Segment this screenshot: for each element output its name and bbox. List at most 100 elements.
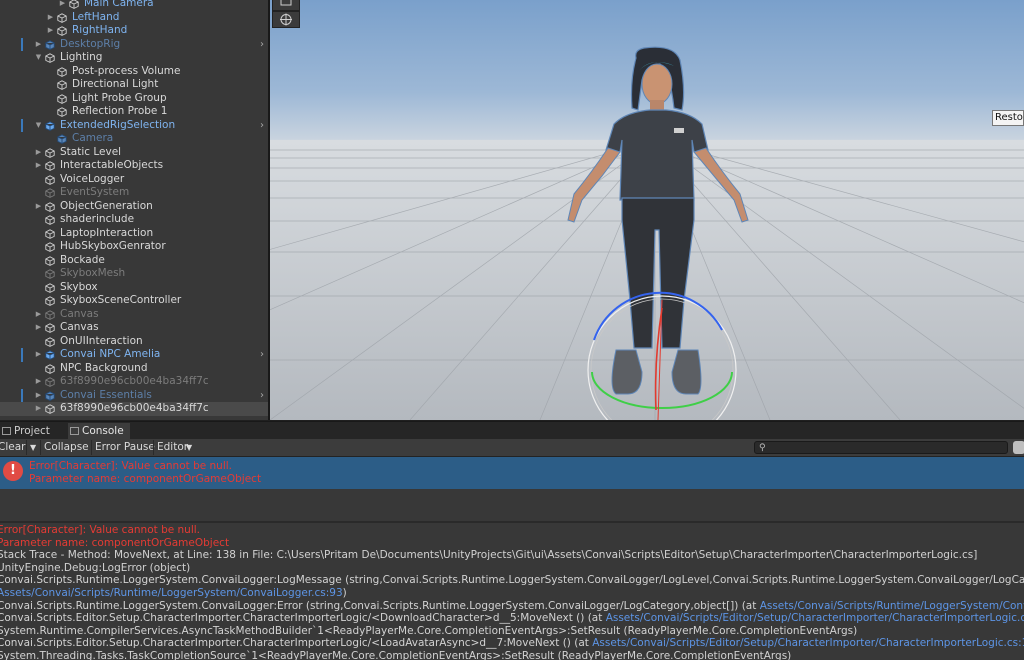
expand-right-arrow-icon[interactable]: ▶ bbox=[34, 348, 43, 362]
open-prefab-chevron-icon[interactable]: › bbox=[260, 38, 264, 52]
expand-right-arrow-icon[interactable]: ▶ bbox=[34, 38, 43, 52]
hierarchy-item-label: RightHand bbox=[72, 24, 128, 36]
expand-down-arrow-icon[interactable]: ▼ bbox=[34, 51, 43, 65]
stack-trace-line: Convai.Scripts.Editor.Setup.CharacterImp… bbox=[0, 612, 1024, 625]
entry-message: Error[Character]: Value cannot be null. bbox=[29, 460, 233, 472]
clear-button[interactable]: Clear bbox=[0, 439, 25, 456]
hierarchy-item[interactable]: NPC Background bbox=[0, 362, 268, 376]
hierarchy-item[interactable]: ▶ 63f8990e96cb00e4ba34ff7c bbox=[0, 375, 268, 389]
hierarchy-item[interactable]: ▶ ObjectGeneration bbox=[0, 200, 268, 214]
gameobject-icon bbox=[57, 66, 67, 77]
hierarchy-item[interactable]: Post-process Volume bbox=[0, 65, 268, 79]
console-entry-selected[interactable]: ! Error[Character]: Value cannot be null… bbox=[0, 457, 1024, 489]
source-file-link[interactable]: Assets/Convai/Scripts/Editor/Setup/Chara… bbox=[606, 612, 1024, 624]
console-toolbar: Clear ▼ Collapse Error Pause Editor ▼ ⚲ bbox=[0, 439, 1024, 457]
hierarchy-item[interactable]: ▶ InteractableObjects bbox=[0, 159, 268, 173]
gameobject-icon bbox=[45, 404, 55, 414]
tab-project-label: Project bbox=[14, 425, 50, 437]
source-file-link[interactable]: Assets/Convai/Scripts/Runtime/LoggerSyst… bbox=[760, 600, 1024, 612]
expand-right-arrow-icon[interactable]: ▶ bbox=[34, 402, 43, 416]
hierarchy-item-label: Canvas bbox=[60, 321, 99, 333]
hierarchy-item[interactable]: ▶ Convai Essentials › bbox=[0, 388, 268, 403]
gameobject-icon bbox=[45, 282, 55, 293]
hierarchy-item[interactable]: ▶ DesktopRig › bbox=[0, 37, 268, 52]
hierarchy-item[interactable]: ▶ Convai NPC Amelia › bbox=[0, 348, 268, 362]
divider bbox=[91, 440, 92, 455]
hierarchy-item[interactable]: VoiceLogger bbox=[0, 173, 268, 187]
hierarchy-item[interactable]: EventSystem bbox=[0, 186, 268, 200]
hierarchy-item[interactable]: ▼ ExtendedRigSelection › bbox=[0, 118, 268, 133]
gameobject-icon bbox=[45, 255, 55, 266]
hierarchy-item[interactable]: ▶ LeftHand bbox=[0, 11, 268, 25]
hierarchy-item[interactable]: Skybox bbox=[0, 281, 268, 295]
console-search-input[interactable]: ⚲ bbox=[754, 441, 1008, 454]
open-prefab-chevron-icon[interactable]: › bbox=[260, 119, 264, 133]
expand-right-arrow-icon[interactable]: ▶ bbox=[34, 146, 43, 160]
hierarchy-item[interactable]: HubSkyboxGenrator bbox=[0, 240, 268, 254]
gameobject-icon bbox=[45, 174, 55, 185]
expand-right-arrow-icon[interactable]: ▶ bbox=[58, 0, 67, 11]
gameobject-icon bbox=[57, 12, 67, 23]
hierarchy-item[interactable]: Camera bbox=[0, 132, 268, 146]
collapse-button[interactable]: Collapse bbox=[44, 439, 89, 456]
tab-console-label: Console bbox=[82, 425, 124, 437]
hierarchy-item-label: VoiceLogger bbox=[60, 172, 125, 185]
gameobject-icon bbox=[57, 26, 67, 36]
expand-right-arrow-icon[interactable]: ▶ bbox=[34, 159, 43, 173]
editor-dropdown[interactable]: Editor bbox=[157, 439, 188, 456]
source-file-link[interactable]: Assets/Convai/Scripts/Runtime/LoggerSyst… bbox=[0, 587, 343, 599]
clear-dropdown-chevron-icon[interactable]: ▼ bbox=[30, 439, 36, 456]
hierarchy-item[interactable]: ▶ RightHand bbox=[0, 24, 268, 38]
console-tab-bar: Project Console bbox=[0, 421, 1024, 440]
hierarchy-item[interactable]: Reflection Probe 1 bbox=[0, 105, 268, 119]
tab-project[interactable]: Project bbox=[0, 423, 68, 440]
prefab-icon bbox=[45, 39, 55, 50]
stack-trace-text: Convai.Scripts.Runtime.LoggerSystem.Conv… bbox=[0, 574, 1024, 587]
stack-trace-text: Convai.Scripts.Runtime.LoggerSystem.Conv… bbox=[0, 599, 760, 612]
expand-right-arrow-icon[interactable]: ▶ bbox=[34, 321, 43, 335]
expand-right-arrow-icon[interactable]: ▶ bbox=[34, 389, 43, 403]
expand-down-arrow-icon[interactable]: ▼ bbox=[34, 119, 43, 133]
hierarchy-item[interactable]: OnUIInteraction bbox=[0, 335, 268, 349]
hierarchy-item[interactable]: SkyboxSceneController bbox=[0, 294, 268, 308]
open-prefab-chevron-icon[interactable]: › bbox=[260, 348, 264, 362]
hierarchy-item[interactable]: Directional Light bbox=[0, 78, 268, 92]
hierarchy-item-label: LaptopInteraction bbox=[60, 226, 154, 239]
hierarchy-item-label: DesktopRig bbox=[60, 37, 121, 50]
stack-trace-line: Stack Trace - Method: MoveNext, at Line:… bbox=[0, 549, 977, 562]
expand-right-arrow-icon[interactable]: ▶ bbox=[34, 375, 43, 389]
gameobject-icon bbox=[57, 107, 67, 117]
expand-right-arrow-icon[interactable]: ▶ bbox=[34, 200, 43, 214]
gameobject-icon bbox=[45, 323, 55, 333]
divider bbox=[153, 440, 154, 455]
source-file-link[interactable]: Assets/Convai/Scripts/Editor/Setup/Chara… bbox=[592, 637, 1024, 649]
gameobject-icon bbox=[45, 53, 55, 63]
folder-icon bbox=[2, 427, 11, 435]
expand-right-arrow-icon[interactable]: ▶ bbox=[46, 11, 55, 25]
hierarchy-item[interactable]: ▶ Canvas bbox=[0, 321, 268, 335]
expand-right-arrow-icon[interactable]: ▶ bbox=[34, 308, 43, 322]
stack-trace-line: Convai.Scripts.Runtime.LoggerSystem.Conv… bbox=[0, 600, 1024, 613]
hierarchy-item[interactable]: Light Probe Group bbox=[0, 92, 268, 106]
hierarchy-item[interactable]: ▶ Static Level bbox=[0, 146, 268, 160]
scene-view[interactable] bbox=[270, 0, 1024, 420]
gameobject-icon bbox=[45, 188, 55, 198]
open-prefab-chevron-icon[interactable]: › bbox=[260, 389, 264, 403]
prefab-marker bbox=[21, 388, 23, 402]
hierarchy-item[interactable]: ▶ 63f8990e96cb00e4ba34ff7c bbox=[0, 402, 268, 416]
expand-right-arrow-icon[interactable]: ▶ bbox=[46, 24, 55, 38]
hierarchy-item-label: OnUIInteraction bbox=[60, 334, 143, 347]
message-filter-bubble[interactable] bbox=[1013, 441, 1024, 454]
stack-trace-line: Assets/Convai/Scripts/Runtime/LoggerSyst… bbox=[0, 587, 347, 600]
hierarchy-item[interactable]: SkyboxMesh bbox=[0, 267, 268, 281]
hierarchy-item[interactable]: ▶ Canvas bbox=[0, 308, 268, 322]
hierarchy-item[interactable]: ▼ Lighting bbox=[0, 51, 268, 65]
gameobject-icon bbox=[45, 377, 55, 387]
hierarchy-item[interactable]: LaptopInteraction bbox=[0, 227, 268, 241]
hierarchy-item[interactable]: ▶ Main Camera bbox=[0, 0, 268, 11]
tab-console[interactable]: Console bbox=[68, 423, 130, 440]
hierarchy-item[interactable]: shaderinclude bbox=[0, 213, 268, 227]
hierarchy-item[interactable]: Bockade bbox=[0, 254, 268, 268]
error-pause-button[interactable]: Error Pause bbox=[95, 439, 155, 456]
hierarchy-item-label: Lighting bbox=[60, 51, 103, 63]
